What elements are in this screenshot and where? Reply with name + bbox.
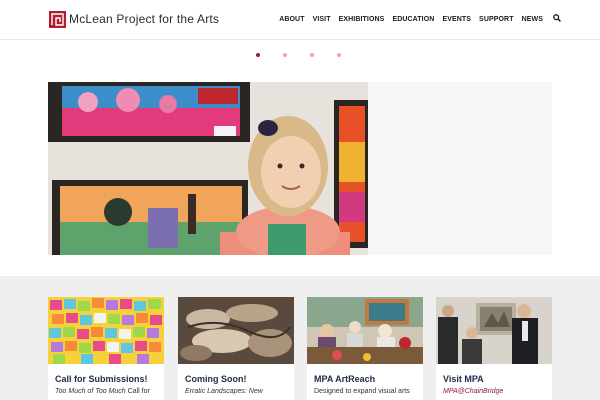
card-text-italic: Too Much of Too Much [55,388,126,395]
card-image[interactable] [436,297,552,364]
site-name[interactable]: McLean Project for the Arts [69,12,219,26]
nav-item-events[interactable]: EVENTS [442,16,471,23]
card-text: Erratic Landscapes: New [178,384,294,395]
nav-item-support[interactable]: SUPPORT [479,16,514,23]
nav-item-education[interactable]: EDUCATION [392,16,434,23]
card-visit-mpa[interactable]: Visit MPA MPA@ChainBridge [436,297,552,400]
slider-dot-4[interactable] [337,53,341,57]
nav-item-visit[interactable]: VISIT [313,16,331,23]
card-mpa-artreach[interactable]: MPA ArtReach Designed to expand visual a… [307,297,423,400]
site-header: McLean Project for the Arts ABOUT VISIT … [0,0,600,40]
nav-item-exhibitions[interactable]: EXHIBITIONS [339,16,385,23]
card-image[interactable] [307,297,423,364]
card-title[interactable]: MPA ArtReach [307,364,423,384]
card-title[interactable]: Coming Soon! [178,364,294,384]
card-call-for-submissions[interactable]: Call for Submissions! Too Much of Too Mu… [48,297,164,400]
card-title[interactable]: Call for Submissions! [48,364,164,384]
card-text-italic: Erratic Landscapes: New [185,388,263,395]
card-title[interactable]: Visit MPA [436,364,552,384]
main-nav: ABOUT VISIT EXHIBITIONS EDUCATION EVENTS… [279,14,561,23]
card-coming-soon[interactable]: Coming Soon! Erratic Landscapes: New [178,297,294,400]
nav-item-news[interactable]: NEWS [522,16,543,23]
card-text: Designed to expand visual arts [307,384,423,395]
card-image[interactable] [178,297,294,364]
slider-dot-3[interactable] [310,53,314,57]
card-text-link[interactable]: MPA@ChainBridge [443,388,503,395]
card-text: Too Much of Too Much Call for [48,384,164,395]
nav-item-about[interactable]: ABOUT [279,16,304,23]
hero-slide-image[interactable] [48,82,368,255]
card-text-rest: Designed to expand visual arts [314,388,410,395]
card-image[interactable] [48,297,164,364]
slider-dot-2[interactable] [283,53,287,57]
logo-icon[interactable] [49,11,66,28]
hero-slide-side-panel [368,82,552,255]
search-icon[interactable] [553,14,561,22]
card-text[interactable]: MPA@ChainBridge [436,384,552,395]
slider-dot-1[interactable] [256,53,260,57]
slider-pagination [256,53,364,57]
card-text-rest: Call for [125,388,150,395]
